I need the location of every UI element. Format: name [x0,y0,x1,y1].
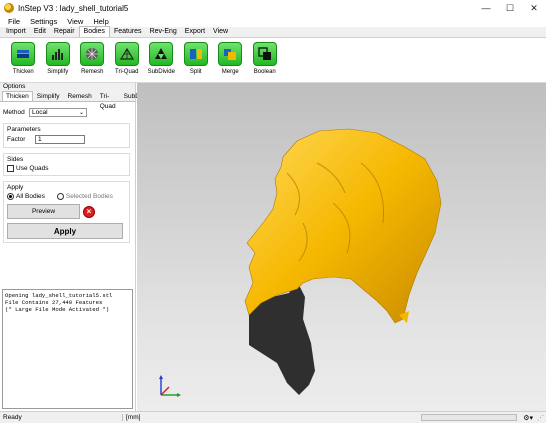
subtab-thicken[interactable]: Thicken [2,91,33,101]
subdivide-button[interactable]: SubDivide [144,42,179,82]
options-header: Options [0,83,135,91]
remesh-button[interactable]: Remesh [75,42,110,82]
tool-label: Boolean [253,69,276,75]
output-log[interactable]: Opening lady_shell_tutorial5.stl File Con… [2,289,133,409]
tool-label: Remesh [81,69,104,75]
ribbon-tabs: Import Edit Repair Bodies Features Rev-E… [0,26,546,38]
options-subtabs: Thicken Simplify Remesh Tri-Quad SubD ◀ … [0,91,158,110]
tab-edit[interactable]: Edit [30,27,50,37]
simplify-icon [45,42,70,66]
title-bar: InStep V3 : lady_shell_tutorial5 — ☐ ✕ [0,0,546,16]
minimize-button[interactable]: — [474,0,498,16]
tool-label: Merge [221,69,239,75]
method-label: Method [3,109,25,116]
status-bar: Ready [mm] ⚙▾ ⋰ [0,411,546,423]
view-settings-icon[interactable]: ⚙▾ [523,414,533,422]
apply-label: Apply [53,226,77,236]
tab-bodies[interactable]: Bodies [78,26,110,37]
ribbon-toolbar: Thicken Simplify Remesh Tri-Quad SubDivi… [0,38,546,83]
close-icon: × [86,207,92,216]
menu-view[interactable]: View [62,17,88,26]
status-units: [mm] [122,414,140,421]
tab-features[interactable]: Features [110,27,146,37]
use-quads-label: Use Quads [16,165,49,172]
menu-settings[interactable]: Settings [25,17,62,26]
parameters-group: Parameters Factor 1 [3,123,130,148]
thicken-button[interactable]: Thicken [6,42,41,82]
split-button[interactable]: Split [179,42,214,82]
merge-button[interactable]: Merge [213,42,248,82]
log-line: (* Large File Mode Activated *) [5,306,110,313]
merge-icon [218,42,243,66]
subtab-tri-quad[interactable]: Tri-Quad [96,91,120,110]
remesh-icon [80,42,105,66]
preview-label: Preview [31,208,56,215]
options-panel: Options Thicken Simplify Remesh Tri-Quad… [0,83,158,411]
tool-label: Thicken [12,69,34,75]
subdivide-icon [149,42,174,66]
app-logo-icon [4,3,14,13]
all-bodies-radio[interactable] [7,193,14,200]
chevron-down-icon: ⌄ [78,110,84,116]
thicken-icon [11,42,36,66]
3d-viewport[interactable] [137,83,546,411]
sides-group: Sides Use Quads [3,153,130,176]
boolean-button[interactable]: Boolean [248,42,283,82]
subtab-simplify[interactable]: Simplify [33,91,64,101]
preview-button[interactable]: Preview [7,204,80,219]
method-value: Local [32,109,48,116]
tab-import[interactable]: Import [2,27,30,37]
tab-repair[interactable]: Repair [50,27,79,37]
menu-file[interactable]: File [3,17,25,26]
cancel-preview-button[interactable]: × [83,205,95,218]
tool-label: Simplify [47,69,69,75]
progress-bar [421,414,518,421]
boolean-icon [252,42,277,66]
close-button[interactable]: ✕ [522,0,546,16]
status-ready: Ready [3,414,22,421]
apply-button[interactable]: Apply [7,223,123,239]
log-line: File Contains 27,440 Features [5,299,103,306]
tool-label: SubDivide [147,69,175,75]
axis-triad-icon [159,375,181,397]
tab-export[interactable]: Export [181,27,209,37]
factor-input[interactable]: 1 [35,135,85,144]
model-render [159,128,442,397]
apply-title: Apply [7,184,24,191]
method-select[interactable]: Local ⌄ [29,108,87,117]
tool-label: Split [189,69,202,75]
selected-bodies-label: Selected Bodies [65,193,113,200]
use-quads-checkbox[interactable] [7,165,14,172]
tab-view[interactable]: View [209,27,232,37]
tri-quad-icon [114,42,139,66]
apply-group: Apply All Bodies Selected Bodies Preview… [3,181,130,243]
subtab-remesh[interactable]: Remesh [64,91,96,101]
thicken-options: Method Local ⌄ Parameters Factor 1 Sides… [3,104,130,243]
maximize-button[interactable]: ☐ [498,0,522,16]
log-line: Opening lady_shell_tutorial5.stl [5,292,113,299]
selected-bodies-radio[interactable] [56,193,64,200]
simplify-button[interactable]: Simplify [41,42,76,82]
tool-label: Tri-Quad [115,69,139,75]
factor-label: Factor [7,136,26,143]
sides-title: Sides [7,156,24,163]
all-bodies-label: All Bodies [16,193,45,200]
tri-quad-button[interactable]: Tri-Quad [110,42,145,82]
menu-help[interactable]: Help [88,17,113,26]
tab-rev-eng[interactable]: Rev-Eng [146,27,181,37]
window-title: InStep V3 : lady_shell_tutorial5 [18,3,129,13]
parameters-title: Parameters [7,126,41,133]
resize-grip-icon[interactable]: ⋰ [537,414,544,422]
split-icon [183,42,208,66]
model-head-surface [244,128,442,324]
